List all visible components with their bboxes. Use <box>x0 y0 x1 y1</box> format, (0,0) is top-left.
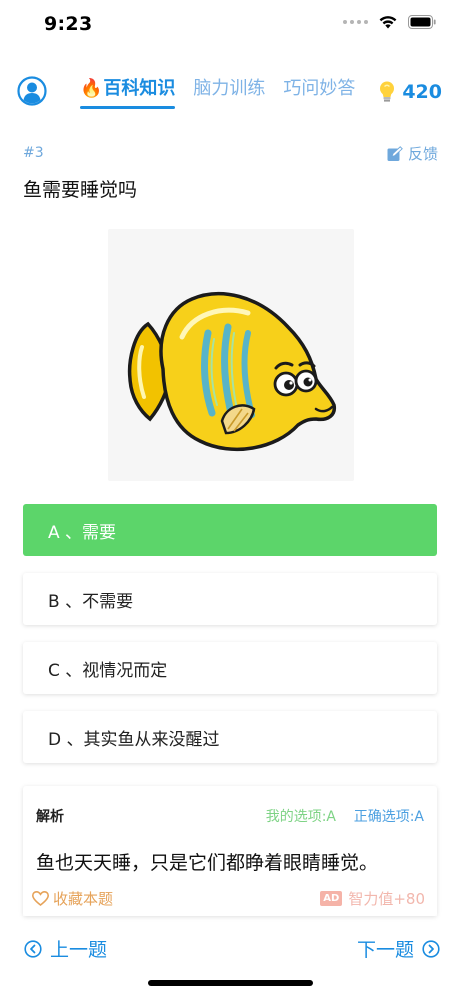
reward-button[interactable]: AD 智力值+80 <box>320 888 425 909</box>
tab-brain-training[interactable]: 脑力训练 <box>193 74 265 100</box>
question-image <box>108 229 354 481</box>
lightbulb-icon <box>380 81 395 102</box>
status-time: 9:23 <box>44 13 93 35</box>
next-question-button[interactable]: 下一题 <box>357 935 440 962</box>
battery-icon <box>408 14 436 29</box>
question-number: #3 <box>23 145 44 161</box>
collect-button[interactable]: 收藏本题 <box>32 888 113 909</box>
edit-icon <box>387 145 403 161</box>
analysis-title: 解析 <box>36 809 64 825</box>
my-choice: 我的选项:A <box>265 809 336 825</box>
wifi-icon <box>379 16 397 29</box>
category-tabs: 🔥百科知识 脑力训练 巧问妙答 <box>80 74 355 109</box>
option-c[interactable]: C 、视情况而定 <box>23 642 437 694</box>
correct-choice: 正确选项:A <box>353 809 424 825</box>
tab-clever-qa[interactable]: 巧问妙答 <box>283 74 355 100</box>
collect-label: 收藏本题 <box>53 890 114 908</box>
status-icons <box>343 14 436 29</box>
feedback-button[interactable]: 反馈 <box>387 143 438 164</box>
analysis-text: 鱼也天天睡，只是它们都睁着眼睛睡觉。 <box>36 852 379 874</box>
reward-label: 智力值+80 <box>348 890 425 908</box>
heart-icon <box>32 891 49 906</box>
status-bar: 9:23 <box>0 0 460 50</box>
tab-encyclopedia[interactable]: 🔥百科知识 <box>80 74 176 109</box>
chevron-left-circle-icon <box>24 939 42 958</box>
option-b[interactable]: B 、不需要 <box>23 573 437 625</box>
points-value: 420 <box>402 81 442 103</box>
chevron-right-circle-icon <box>422 939 440 958</box>
ad-badge: AD <box>320 891 343 906</box>
signal-icon <box>343 19 368 24</box>
analysis-card: 解析 我的选项:A 正确选项:A 鱼也天天睡，只是它们都睁着眼睛睡觉。 收藏本题… <box>23 786 437 916</box>
analysis-footer: 收藏本题 AD 智力值+80 <box>23 878 437 916</box>
feedback-label: 反馈 <box>407 145 438 163</box>
tab-label: 百科知识 <box>103 78 176 99</box>
question-text: 鱼需要睡觉吗 <box>23 179 138 201</box>
points-display[interactable]: 420 <box>378 80 442 104</box>
option-d[interactable]: D 、其实鱼从来没醒过 <box>23 711 437 763</box>
prev-label: 上一题 <box>50 939 108 961</box>
user-avatar-icon[interactable] <box>17 76 47 106</box>
option-a[interactable]: A 、需要 <box>23 504 437 556</box>
fish-illustration <box>127 291 337 452</box>
home-indicator <box>148 980 313 986</box>
fire-icon: 🔥 <box>80 78 103 99</box>
top-header: 🔥百科知识 脑力训练 巧问妙答 420 <box>0 70 460 114</box>
next-label: 下一题 <box>356 939 414 961</box>
prev-question-button[interactable]: 上一题 <box>24 935 107 962</box>
